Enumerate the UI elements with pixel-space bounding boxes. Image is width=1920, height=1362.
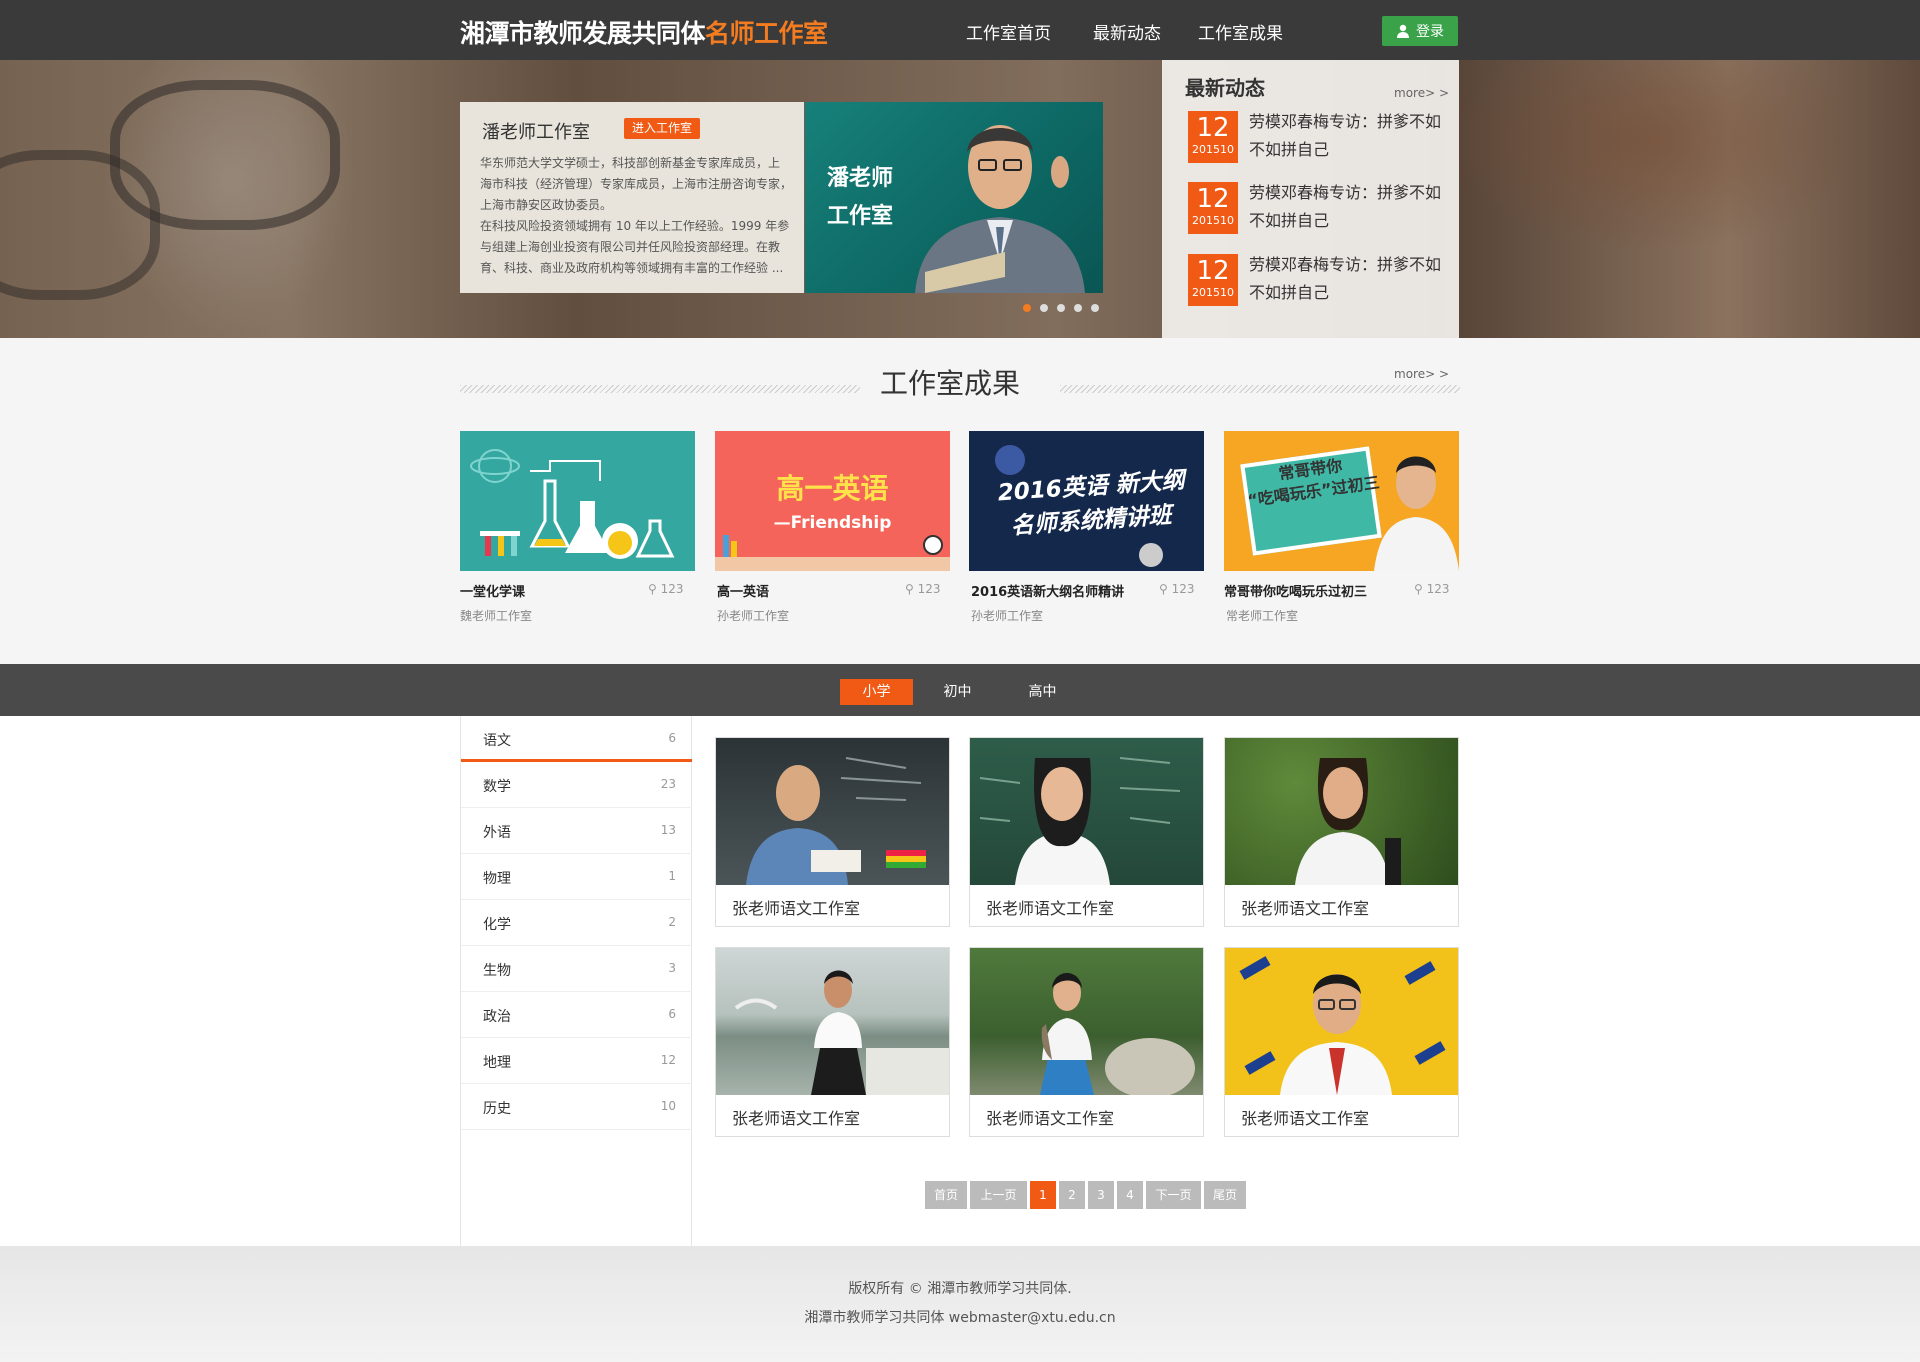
teacher-studio-card[interactable]: 张老师语文工作室 — [1224, 947, 1459, 1137]
achievement-studio[interactable]: 孙老师工作室 — [971, 607, 1043, 624]
user-icon: ⚲ — [648, 582, 661, 596]
studio-name: 张老师语文工作室 — [986, 1109, 1115, 1128]
achievement-title[interactable]: 一堂化学课 — [460, 581, 525, 600]
carousel-dot[interactable] — [1040, 304, 1048, 312]
site-logo[interactable]: 湘潭市教师发展共同体名师工作室 — [460, 14, 828, 50]
teacher-studio-card[interactable]: 张老师语文工作室 — [715, 737, 950, 927]
news-date-badge: 12 201510 — [1188, 111, 1238, 163]
teacher-photo — [1225, 738, 1458, 885]
pagination-page[interactable]: 2 — [1059, 1181, 1085, 1209]
featured-studio-name[interactable]: 潘老师工作室 — [482, 118, 590, 144]
footer-contact: 湘潭市教师学习共同体 webmaster@xtu.edu.cn — [804, 1310, 1116, 1326]
sidebar-item-physics[interactable]: 物理 1 — [461, 854, 692, 900]
studio-name: 张老师语文工作室 — [1241, 1109, 1370, 1128]
enter-studio-button[interactable]: 进入工作室 — [624, 118, 701, 139]
achievement-title[interactable]: 2016英语新大纲名师精讲 — [971, 581, 1124, 600]
teacher-photo — [716, 738, 949, 885]
achievements-more-link[interactable]: more> > — [1394, 367, 1449, 381]
achievements-title: 工作室成果 — [880, 367, 1021, 400]
sidebar-item-history[interactable]: 历史 10 — [461, 1084, 692, 1130]
pagination-page[interactable]: 3 — [1088, 1181, 1114, 1209]
news-more-link[interactable]: more> > — [1394, 86, 1449, 100]
featured-teacher-photo[interactable]: 潘老师 工作室 — [805, 102, 1103, 293]
teacher-photo — [1225, 948, 1458, 1095]
studio-name: 张老师语文工作室 — [986, 899, 1115, 918]
nav-news[interactable]: 最新动态 — [1093, 19, 1161, 44]
sidebar-item-biology[interactable]: 生物 3 — [461, 946, 692, 992]
achievement-card-image[interactable]: 高一英语 —Friendship — [715, 431, 950, 571]
teacher-studio-card[interactable]: 张老师语文工作室 — [1224, 737, 1459, 927]
view-count: ⚲ 123 — [905, 582, 941, 596]
carousel-dot[interactable] — [1023, 304, 1031, 312]
sidebar-item-geography[interactable]: 地理 12 — [461, 1038, 692, 1084]
teacher-photo — [970, 948, 1203, 1095]
studio-name: 张老师语文工作室 — [732, 899, 861, 918]
achievement-studio[interactable]: 孙老师工作室 — [717, 607, 789, 624]
footer — [0, 1246, 1920, 1362]
news-date-badge: 12 201510 — [1188, 254, 1238, 306]
achievement-title[interactable]: 常哥带你吃喝玩乐过初三 — [1224, 581, 1367, 600]
sidebar-item-chinese[interactable]: 语文 6 — [461, 716, 692, 762]
studio-name: 张老师语文工作室 — [732, 1109, 861, 1128]
user-icon: ⚲ — [1414, 582, 1427, 596]
tab-junior[interactable]: 初中 — [921, 679, 994, 705]
user-icon — [1397, 24, 1409, 38]
achievement-studio[interactable]: 常老师工作室 — [1226, 607, 1298, 624]
nav-achievements[interactable]: 工作室成果 — [1198, 19, 1283, 44]
pagination-page[interactable]: 1 — [1030, 1181, 1056, 1209]
carousel-dot[interactable] — [1091, 304, 1099, 312]
footer-copyright: 版权所有 © 湘潭市教师学习共同体. — [848, 1281, 1072, 1297]
carousel-dot[interactable] — [1057, 304, 1065, 312]
featured-studio-bio: 华东师范大学文学硕士，科技部创新基金专家库成员，上 海市科技（经济管理）专家库成员… — [480, 156, 793, 275]
achievement-studio[interactable]: 魏老师工作室 — [460, 607, 532, 624]
studio-name: 张老师语文工作室 — [1241, 899, 1370, 918]
teacher-studio-card[interactable]: 张老师语文工作室 — [715, 947, 950, 1137]
user-icon: ⚲ — [905, 582, 918, 596]
sidebar-item-math[interactable]: 数学 23 — [461, 762, 692, 808]
teacher-studio-card[interactable]: 张老师语文工作室 — [969, 737, 1204, 927]
carousel-dot[interactable] — [1074, 304, 1082, 312]
view-count: ⚲ 123 — [1159, 582, 1195, 596]
login-button[interactable]: 登录 — [1382, 16, 1458, 46]
teacher-studio-card[interactable]: 张老师语文工作室 — [969, 947, 1204, 1137]
teacher-photo — [716, 948, 949, 1095]
achievement-card-image[interactable]: 2016英语 新大纲 名师系统精讲班 — [969, 431, 1204, 571]
achievement-card-image[interactable]: 常哥带你 “吃喝玩乐”过初三 — [1224, 431, 1459, 571]
pagination-last[interactable]: 尾页 — [1204, 1181, 1246, 1209]
news-date-badge: 12 201510 — [1188, 182, 1238, 234]
pagination-prev[interactable]: 上一页 — [970, 1181, 1027, 1209]
tab-primary[interactable]: 小学 — [840, 679, 913, 705]
pagination-first[interactable]: 首页 — [925, 1181, 967, 1209]
chemistry-illustration — [470, 449, 675, 559]
sidebar-item-chemistry[interactable]: 化学 2 — [461, 900, 692, 946]
sidebar-item-foreign-language[interactable]: 外语 13 — [461, 808, 692, 854]
nav-home[interactable]: 工作室首页 — [966, 19, 1051, 44]
teacher-portrait — [1374, 456, 1459, 571]
pagination-page[interactable]: 4 — [1117, 1181, 1143, 1209]
news-panel-title: 最新动态 — [1185, 76, 1265, 100]
achievement-title[interactable]: 高一英语 — [717, 581, 769, 600]
view-count: ⚲ 123 — [1414, 582, 1450, 596]
achievement-card-image[interactable] — [460, 431, 695, 571]
sidebar-item-politics[interactable]: 政治 6 — [461, 992, 692, 1038]
view-count: ⚲ 123 — [648, 582, 684, 596]
teacher-photo — [970, 738, 1203, 885]
tab-senior[interactable]: 高中 — [1006, 679, 1079, 705]
teacher-portrait — [915, 125, 1085, 293]
user-icon: ⚲ — [1159, 582, 1172, 596]
top-navbar — [0, 0, 1920, 60]
carousel-indicators — [1023, 304, 1099, 312]
pagination-next[interactable]: 下一页 — [1146, 1181, 1201, 1209]
